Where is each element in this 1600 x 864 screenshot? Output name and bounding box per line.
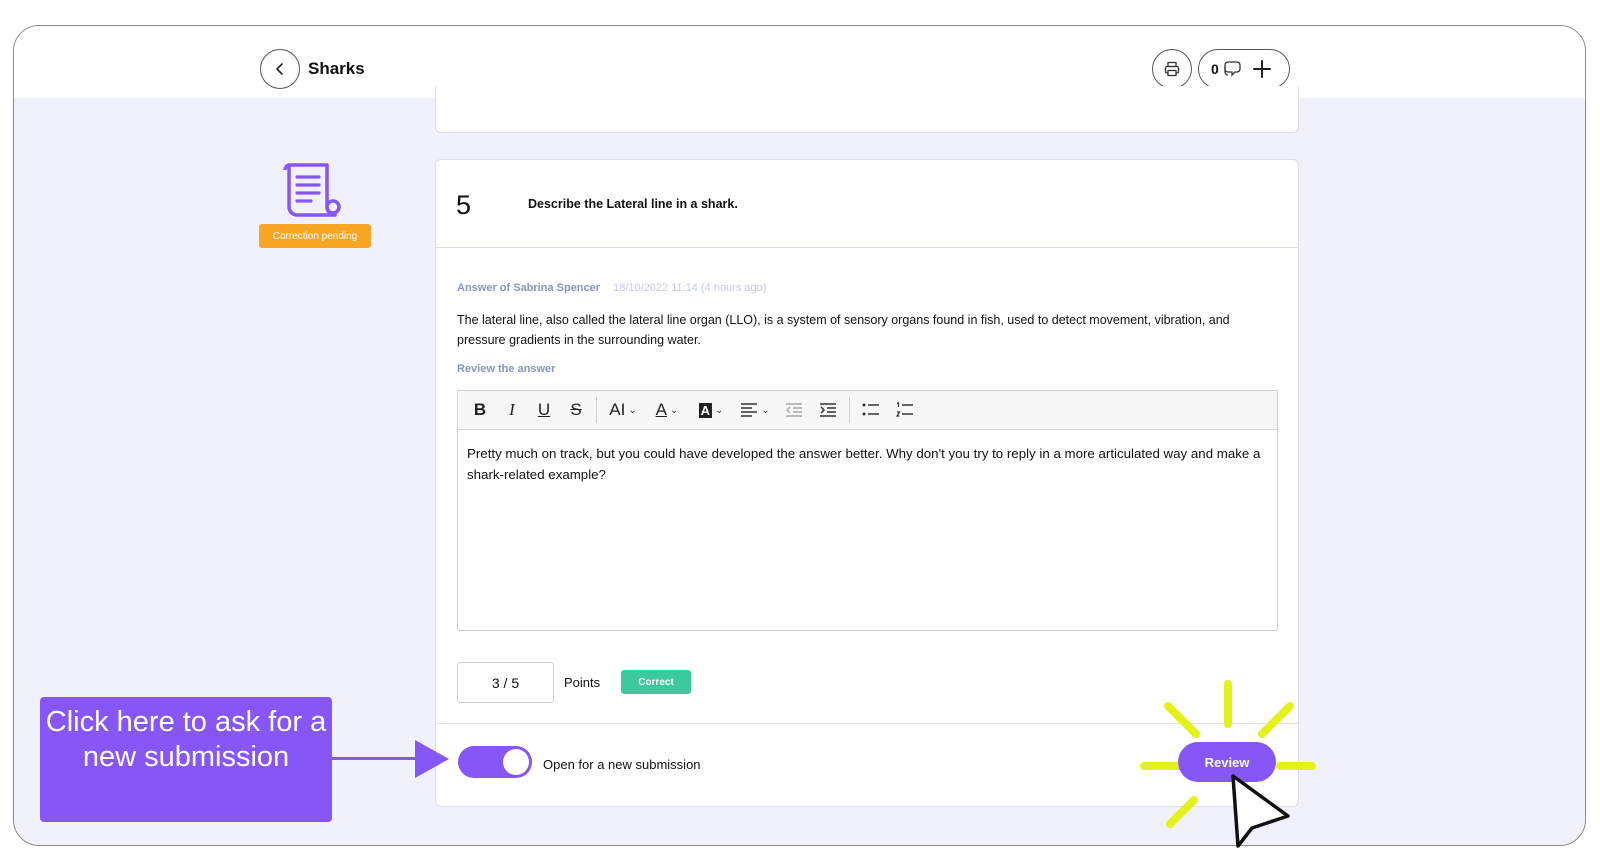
chevron-down-icon: ⌄ (628, 404, 637, 416)
callout-box: Click here to ask for a new submission (40, 697, 332, 822)
back-button[interactable] (260, 49, 300, 89)
font-color-dropdown[interactable]: A ⌄ (647, 396, 687, 424)
question-number: 5 (456, 190, 472, 220)
strikethrough-button[interactable]: S (562, 396, 590, 424)
chevron-down-icon: ⌄ (669, 404, 679, 416)
status-badge: Correction pending (259, 224, 371, 248)
italic-button[interactable]: I (498, 396, 526, 424)
result-badge: Correct (621, 670, 691, 694)
printer-icon (1164, 61, 1180, 77)
callout-arrow-line (332, 757, 422, 760)
editor-toolbar: B I U S AI ⌄ A ⌄ A ⌄ ⌄ (458, 391, 1277, 430)
answer-text: The lateral line, also called the latera… (457, 313, 1230, 347)
new-submission-toggle[interactable] (458, 746, 532, 778)
bullet-list-icon (862, 403, 879, 416)
print-button[interactable] (1152, 49, 1192, 89)
divider (436, 247, 1298, 248)
font-size-dropdown[interactable]: AI ⌄ (603, 396, 643, 424)
font-size-icon: AI (609, 400, 626, 419)
numbered-list-icon (896, 402, 913, 417)
question-text: Describe the Lateral line in a shark. (528, 197, 738, 211)
highlight-color-icon: A (698, 402, 712, 418)
previous-question-card (435, 86, 1299, 133)
chevron-left-icon (276, 63, 283, 75)
points-input[interactable]: 3 / 5 (457, 662, 554, 703)
points-label: Points (564, 675, 601, 690)
underline-button[interactable]: U (530, 396, 558, 424)
align-left-icon (741, 403, 758, 417)
answer-author: Answer of Sabrina Spencer (457, 282, 601, 294)
answer-date: 18/10/2022 11:14 (4 hours ago) (613, 282, 767, 294)
callout-arrow-head (415, 740, 449, 778)
document-scroll-icon (283, 163, 341, 217)
indent-button[interactable] (813, 396, 843, 424)
indent-icon (820, 403, 836, 417)
align-dropdown[interactable]: ⌄ (735, 396, 775, 424)
bold-button[interactable]: B (466, 396, 494, 424)
plus-icon (1252, 60, 1271, 78)
outdent-icon (785, 403, 802, 417)
toolbar-separator (849, 397, 850, 423)
review-label: Review the answer (457, 363, 556, 375)
comments-icon (1224, 61, 1241, 77)
bullet-list-button[interactable] (856, 396, 886, 424)
font-color-icon: A (655, 400, 667, 419)
answer-meta: Answer of Sabrina Spencer 18/10/2022 11:… (457, 282, 766, 294)
chevron-down-icon: ⌄ (715, 404, 724, 416)
outdent-button[interactable] (779, 396, 809, 424)
new-submission-label: Open for a new submission (543, 757, 701, 772)
toggle-knob (503, 749, 529, 775)
page-title: Sharks (308, 59, 365, 78)
highlight-color-dropdown[interactable]: A ⌄ (691, 396, 731, 424)
review-text[interactable]: Pretty much on track, but you could have… (467, 443, 1272, 485)
numbered-list-button[interactable] (890, 396, 920, 424)
review-editor[interactable]: B I U S AI ⌄ A ⌄ A ⌄ ⌄ Pretty much on tr… (457, 390, 1278, 631)
toolbar-separator (596, 397, 597, 423)
comment-count: 0 (1211, 61, 1219, 77)
chevron-down-icon: ⌄ (761, 404, 770, 416)
add-comment-button[interactable]: 0 (1198, 49, 1290, 89)
mouse-cursor-icon (1231, 774, 1290, 848)
